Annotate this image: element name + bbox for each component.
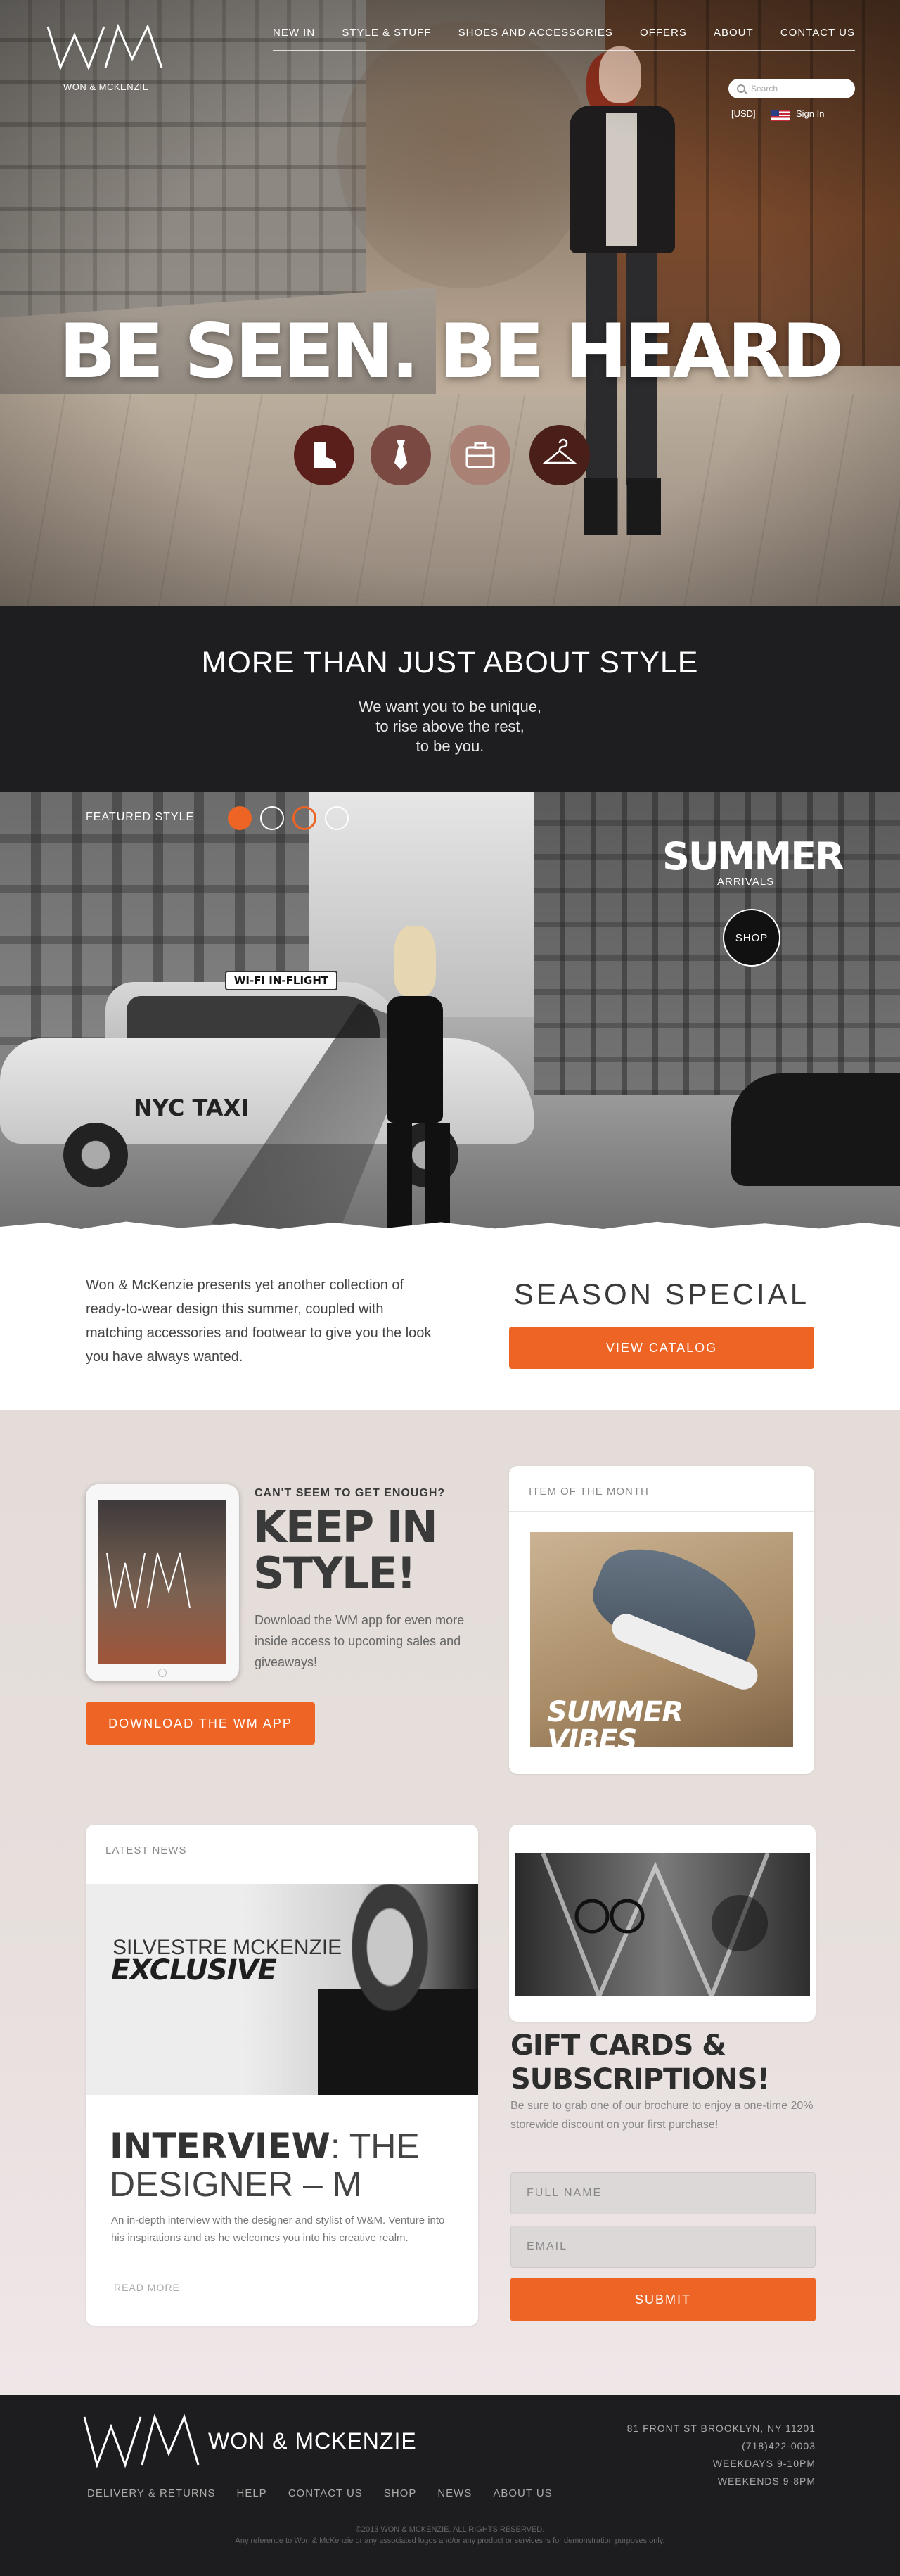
black-car — [731, 1073, 900, 1186]
news-photo: SILVESTRE MCKENZIE EXCLUSIVE — [86, 1884, 478, 2095]
season-special-title: SEASON SPECIAL — [513, 1277, 810, 1311]
nav-contact-us[interactable]: CONTACT US — [780, 27, 855, 39]
footer-address: 81 FRONT ST BROOKLYN, NY 11201 (718)422-… — [626, 2423, 816, 2487]
carousel-dot-2[interactable] — [260, 806, 284, 830]
search-input[interactable] — [751, 84, 849, 94]
boot-icon[interactable] — [294, 425, 354, 485]
view-catalog-button[interactable]: VIEW CATALOG — [509, 1327, 814, 1369]
news-title: INTERVIEW: THE DESIGNER – M — [110, 2126, 420, 2204]
nav-about[interactable]: ABOUT — [714, 27, 754, 39]
season-special-section: Won & McKenzie presents yet another coll… — [0, 1235, 900, 1410]
wm-logo-icon — [106, 1552, 191, 1609]
featured-model — [366, 926, 471, 1235]
briefcase-icon[interactable] — [450, 425, 510, 485]
tablet-home-button — [158, 1669, 167, 1677]
nav-style-and-stuff[interactable]: STYLE & STUFF — [342, 27, 431, 39]
footer-link-contact[interactable]: CONTACT US — [288, 2487, 363, 2499]
item-of-the-month-card[interactable]: ITEM OF THE MONTH SUMMER VIBES — [509, 1466, 814, 1774]
hero-headline: BE SEEN. BE HEARD — [58, 308, 844, 395]
latest-news-label: LATEST NEWS — [105, 1844, 187, 1856]
carousel-dot-1[interactable] — [228, 806, 252, 830]
email-field[interactable] — [510, 2226, 816, 2268]
nav-shoes-and-accessories[interactable]: SHOES AND ACCESSORIES — [458, 27, 613, 39]
main-nav: NEW IN STYLE & STUFF SHOES AND ACCESSORI… — [273, 27, 855, 51]
latest-news-card[interactable]: LATEST NEWS SILVESTRE MCKENZIE EXCLUSIVE… — [86, 1825, 478, 2326]
search-icon — [737, 84, 745, 93]
news-description: An in-depth interview with the designer … — [111, 2214, 445, 2244]
nav-new-in[interactable]: NEW IN — [273, 27, 315, 39]
wm-logo-icon — [46, 23, 163, 71]
tagline-line-2: to rise above the rest, — [375, 718, 525, 735]
featured-style-label: FEATURED STYLE — [86, 811, 195, 823]
footer-link-news[interactable]: NEWS — [437, 2487, 472, 2499]
footer-link-help[interactable]: HELP — [237, 2487, 267, 2499]
tagline-title: MORE THAN JUST ABOUT STYLE — [201, 646, 699, 680]
full-name-field[interactable] — [510, 2172, 816, 2214]
app-title: KEEP IN STYLE! — [253, 1501, 438, 1599]
designer-portrait — [318, 1884, 478, 2095]
currency-selector[interactable]: [USD] — [731, 108, 756, 119]
photo-title: EXCLUSIVE — [111, 1954, 277, 1987]
taxi-sign: WI-FI IN-FLIGHT — [225, 971, 338, 990]
carousel-dot-3[interactable] — [292, 806, 316, 830]
footer-link-about[interactable]: ABOUT US — [493, 2487, 552, 2499]
footer-logo[interactable] — [82, 2413, 201, 2469]
submit-button[interactable]: SUBMIT — [510, 2278, 816, 2321]
tablet-app-preview — [86, 1484, 239, 1681]
footer-legal: ©2013 WON & MCKENZIE. ALL RIGHTS RESERVE… — [235, 2525, 665, 2545]
app-kicker: CAN'T SEEM TO GET ENOUGH? — [255, 1487, 446, 1499]
sign-in-link[interactable]: Sign In — [796, 108, 824, 119]
tie-icon[interactable] — [371, 425, 431, 485]
site-footer: WON & MCKENZIE 81 FRONT ST BROOKLYN, NY … — [0, 2395, 900, 2576]
hanger-icon[interactable] — [529, 425, 590, 485]
brand-logo[interactable]: WON & MCKENZIE — [45, 23, 165, 96]
gift-title: GIFT CARDS & SUBSCRIPTIONS! — [510, 2029, 770, 2096]
item-of-month-label: ITEM OF THE MONTH — [529, 1486, 649, 1498]
read-more-link[interactable]: READ MORE — [114, 2282, 180, 2293]
tagline-line-1: We want you to be unique, — [358, 698, 542, 715]
gift-description: Be sure to grab one of our brochure to e… — [510, 2100, 814, 2131]
collection-description: Won & McKenzie presents yet another coll… — [86, 1277, 432, 1365]
nav-offers[interactable]: OFFERS — [640, 27, 687, 39]
arrivals-subtitle: ARRIVALS — [717, 876, 775, 888]
footer-brand-name: WON & MCKENZIE — [208, 2428, 417, 2454]
tagline-section: MORE THAN JUST ABOUT STYLE We want you t… — [0, 606, 900, 792]
gift-card-photo — [515, 1853, 810, 1996]
taxi-text: NYC TAXI — [134, 1095, 250, 1121]
tagline-line-3: to be you. — [416, 737, 484, 755]
summer-vibes-caption: SUMMER VIBES — [547, 1696, 683, 1756]
download-app-button[interactable]: DOWNLOAD THE WM APP — [86, 1702, 315, 1745]
us-flag-icon[interactable] — [771, 110, 790, 121]
shop-button[interactable]: SHOP — [723, 909, 780, 967]
carousel-dot-4[interactable] — [325, 806, 349, 830]
gift-card-photo-card — [509, 1825, 816, 2022]
wm-logo-icon — [83, 2414, 200, 2468]
footer-nav: DELIVERY & RETURNS HELP CONTACT US SHOP … — [87, 2487, 553, 2499]
logo-text: WON & MCKENZIE — [63, 82, 149, 92]
app-description: Download the WM app for even more inside… — [255, 1613, 465, 1669]
footer-link-delivery[interactable]: DELIVERY & RETURNS — [87, 2487, 216, 2499]
summer-title: SUMMER — [662, 834, 844, 879]
footer-link-shop[interactable]: SHOP — [384, 2487, 417, 2499]
search-box[interactable] — [728, 79, 855, 98]
